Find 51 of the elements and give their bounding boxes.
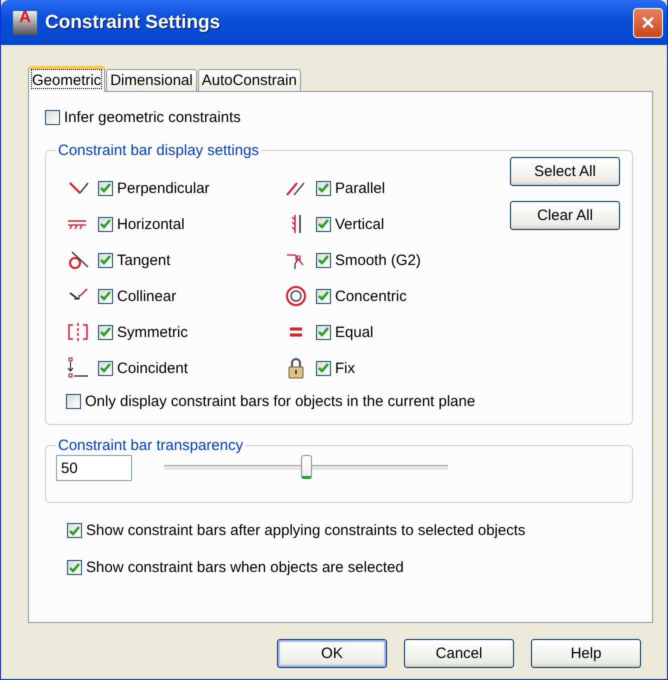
checkbox-label: Parallel bbox=[335, 180, 386, 196]
close-button[interactable]: ✕ bbox=[633, 8, 663, 38]
checkbox-label: Symmetric bbox=[117, 324, 188, 340]
checkbox-label: Tangent bbox=[117, 252, 170, 268]
checkbox[interactable] bbox=[45, 110, 60, 125]
button[interactable]: Clear All bbox=[510, 201, 620, 230]
checkbox-label: Horizontal bbox=[117, 216, 185, 232]
checkbox[interactable] bbox=[98, 360, 113, 376]
checkbox[interactable] bbox=[98, 180, 113, 196]
checkbox-label: Concentric bbox=[335, 288, 407, 304]
transparency-field[interactable]: 50 bbox=[56, 455, 132, 481]
checkbox-label: Perpendicular bbox=[117, 180, 210, 196]
checkbox-label: Fix bbox=[335, 360, 355, 376]
checkbox[interactable] bbox=[98, 288, 113, 304]
group-title: Constraint bar transparency bbox=[57, 437, 244, 454]
checkbox-label: Only display constraint bars for objects in the current plane bbox=[85, 393, 476, 410]
button[interactable]: OK bbox=[277, 639, 387, 668]
checkbox[interactable] bbox=[67, 560, 82, 575]
concentric-icon bbox=[284, 285, 308, 307]
checkbox[interactable] bbox=[316, 324, 331, 340]
slider-thumb[interactable] bbox=[301, 455, 312, 479]
checkbox[interactable] bbox=[316, 288, 331, 304]
checkbox[interactable] bbox=[98, 216, 113, 232]
checkbox-label: Show constraint bars after applying constraints to selected objects bbox=[86, 522, 526, 539]
tangent-icon bbox=[66, 249, 90, 271]
button[interactable]: Select All bbox=[510, 157, 620, 186]
checkbox[interactable] bbox=[316, 216, 331, 232]
checkbox-label: Collinear bbox=[117, 288, 176, 304]
checkbox[interactable] bbox=[66, 394, 81, 409]
checkbox[interactable] bbox=[316, 252, 331, 268]
app-logo: A bbox=[13, 10, 37, 34]
tab[interactable]: Geometric bbox=[28, 66, 106, 92]
button[interactable]: Cancel bbox=[404, 639, 514, 668]
checkbox[interactable] bbox=[98, 324, 113, 340]
button[interactable]: Help bbox=[531, 639, 641, 668]
checkbox-label: Equal bbox=[335, 324, 374, 340]
window-title: Constraint Settings bbox=[45, 12, 222, 34]
checkbox-label: Coincident bbox=[117, 360, 188, 376]
checkbox-label: Vertical bbox=[335, 216, 384, 232]
coincident-icon bbox=[66, 357, 90, 379]
tab[interactable]: AutoConstrain bbox=[198, 69, 301, 92]
group-title: Constraint bar display settings bbox=[57, 142, 260, 159]
checkbox[interactable] bbox=[98, 252, 113, 268]
checkbox[interactable] bbox=[67, 523, 82, 538]
checkbox-label: Smooth (G2) bbox=[335, 252, 421, 268]
tab[interactable]: Dimensional bbox=[106, 69, 197, 92]
checkbox-label: Infer geometric constraints bbox=[64, 109, 241, 126]
checkbox[interactable] bbox=[316, 360, 331, 376]
symmetric-icon bbox=[66, 321, 90, 343]
checkbox-label: Show constraint bars when objects are selected bbox=[86, 559, 404, 576]
checkbox[interactable] bbox=[316, 180, 331, 196]
